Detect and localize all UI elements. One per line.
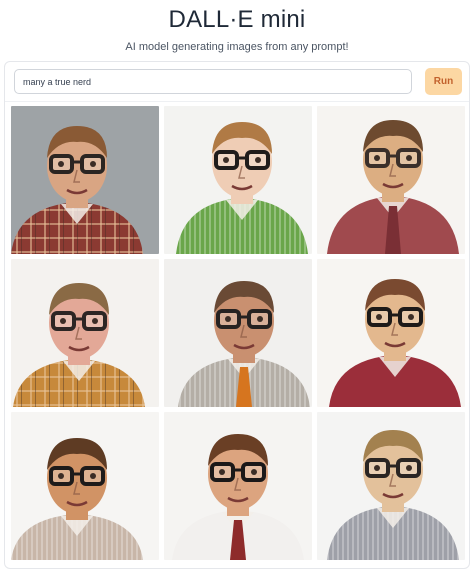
page-subtitle: AI model generating images from any prom… [125,41,349,53]
nerd-portrait-image [317,412,465,560]
prompt-input[interactable] [14,69,412,94]
run-button[interactable]: Run [425,68,462,95]
nerd-portrait-image [317,106,465,254]
generated-image[interactable] [164,412,312,560]
generated-image[interactable] [317,259,465,407]
divider [5,101,469,102]
generated-image[interactable] [11,259,159,407]
generated-image[interactable] [317,412,465,560]
nerd-portrait-image [164,412,312,560]
page-title: DALL·E mini [168,6,306,33]
nerd-portrait-image [164,259,312,407]
nerd-portrait-image [11,106,159,254]
generated-image[interactable] [164,106,312,254]
generated-image[interactable] [11,412,159,560]
generator-panel: Run [4,61,470,569]
dalle-mini-page: DALL·E mini AI model generating images f… [0,0,474,570]
image-grid [11,106,465,560]
nerd-portrait-image [11,412,159,560]
nerd-portrait-image [317,259,465,407]
generated-image[interactable] [164,259,312,407]
nerd-portrait-image [164,106,312,254]
nerd-portrait-image [11,259,159,407]
generated-image[interactable] [317,106,465,254]
generated-image[interactable] [11,106,159,254]
